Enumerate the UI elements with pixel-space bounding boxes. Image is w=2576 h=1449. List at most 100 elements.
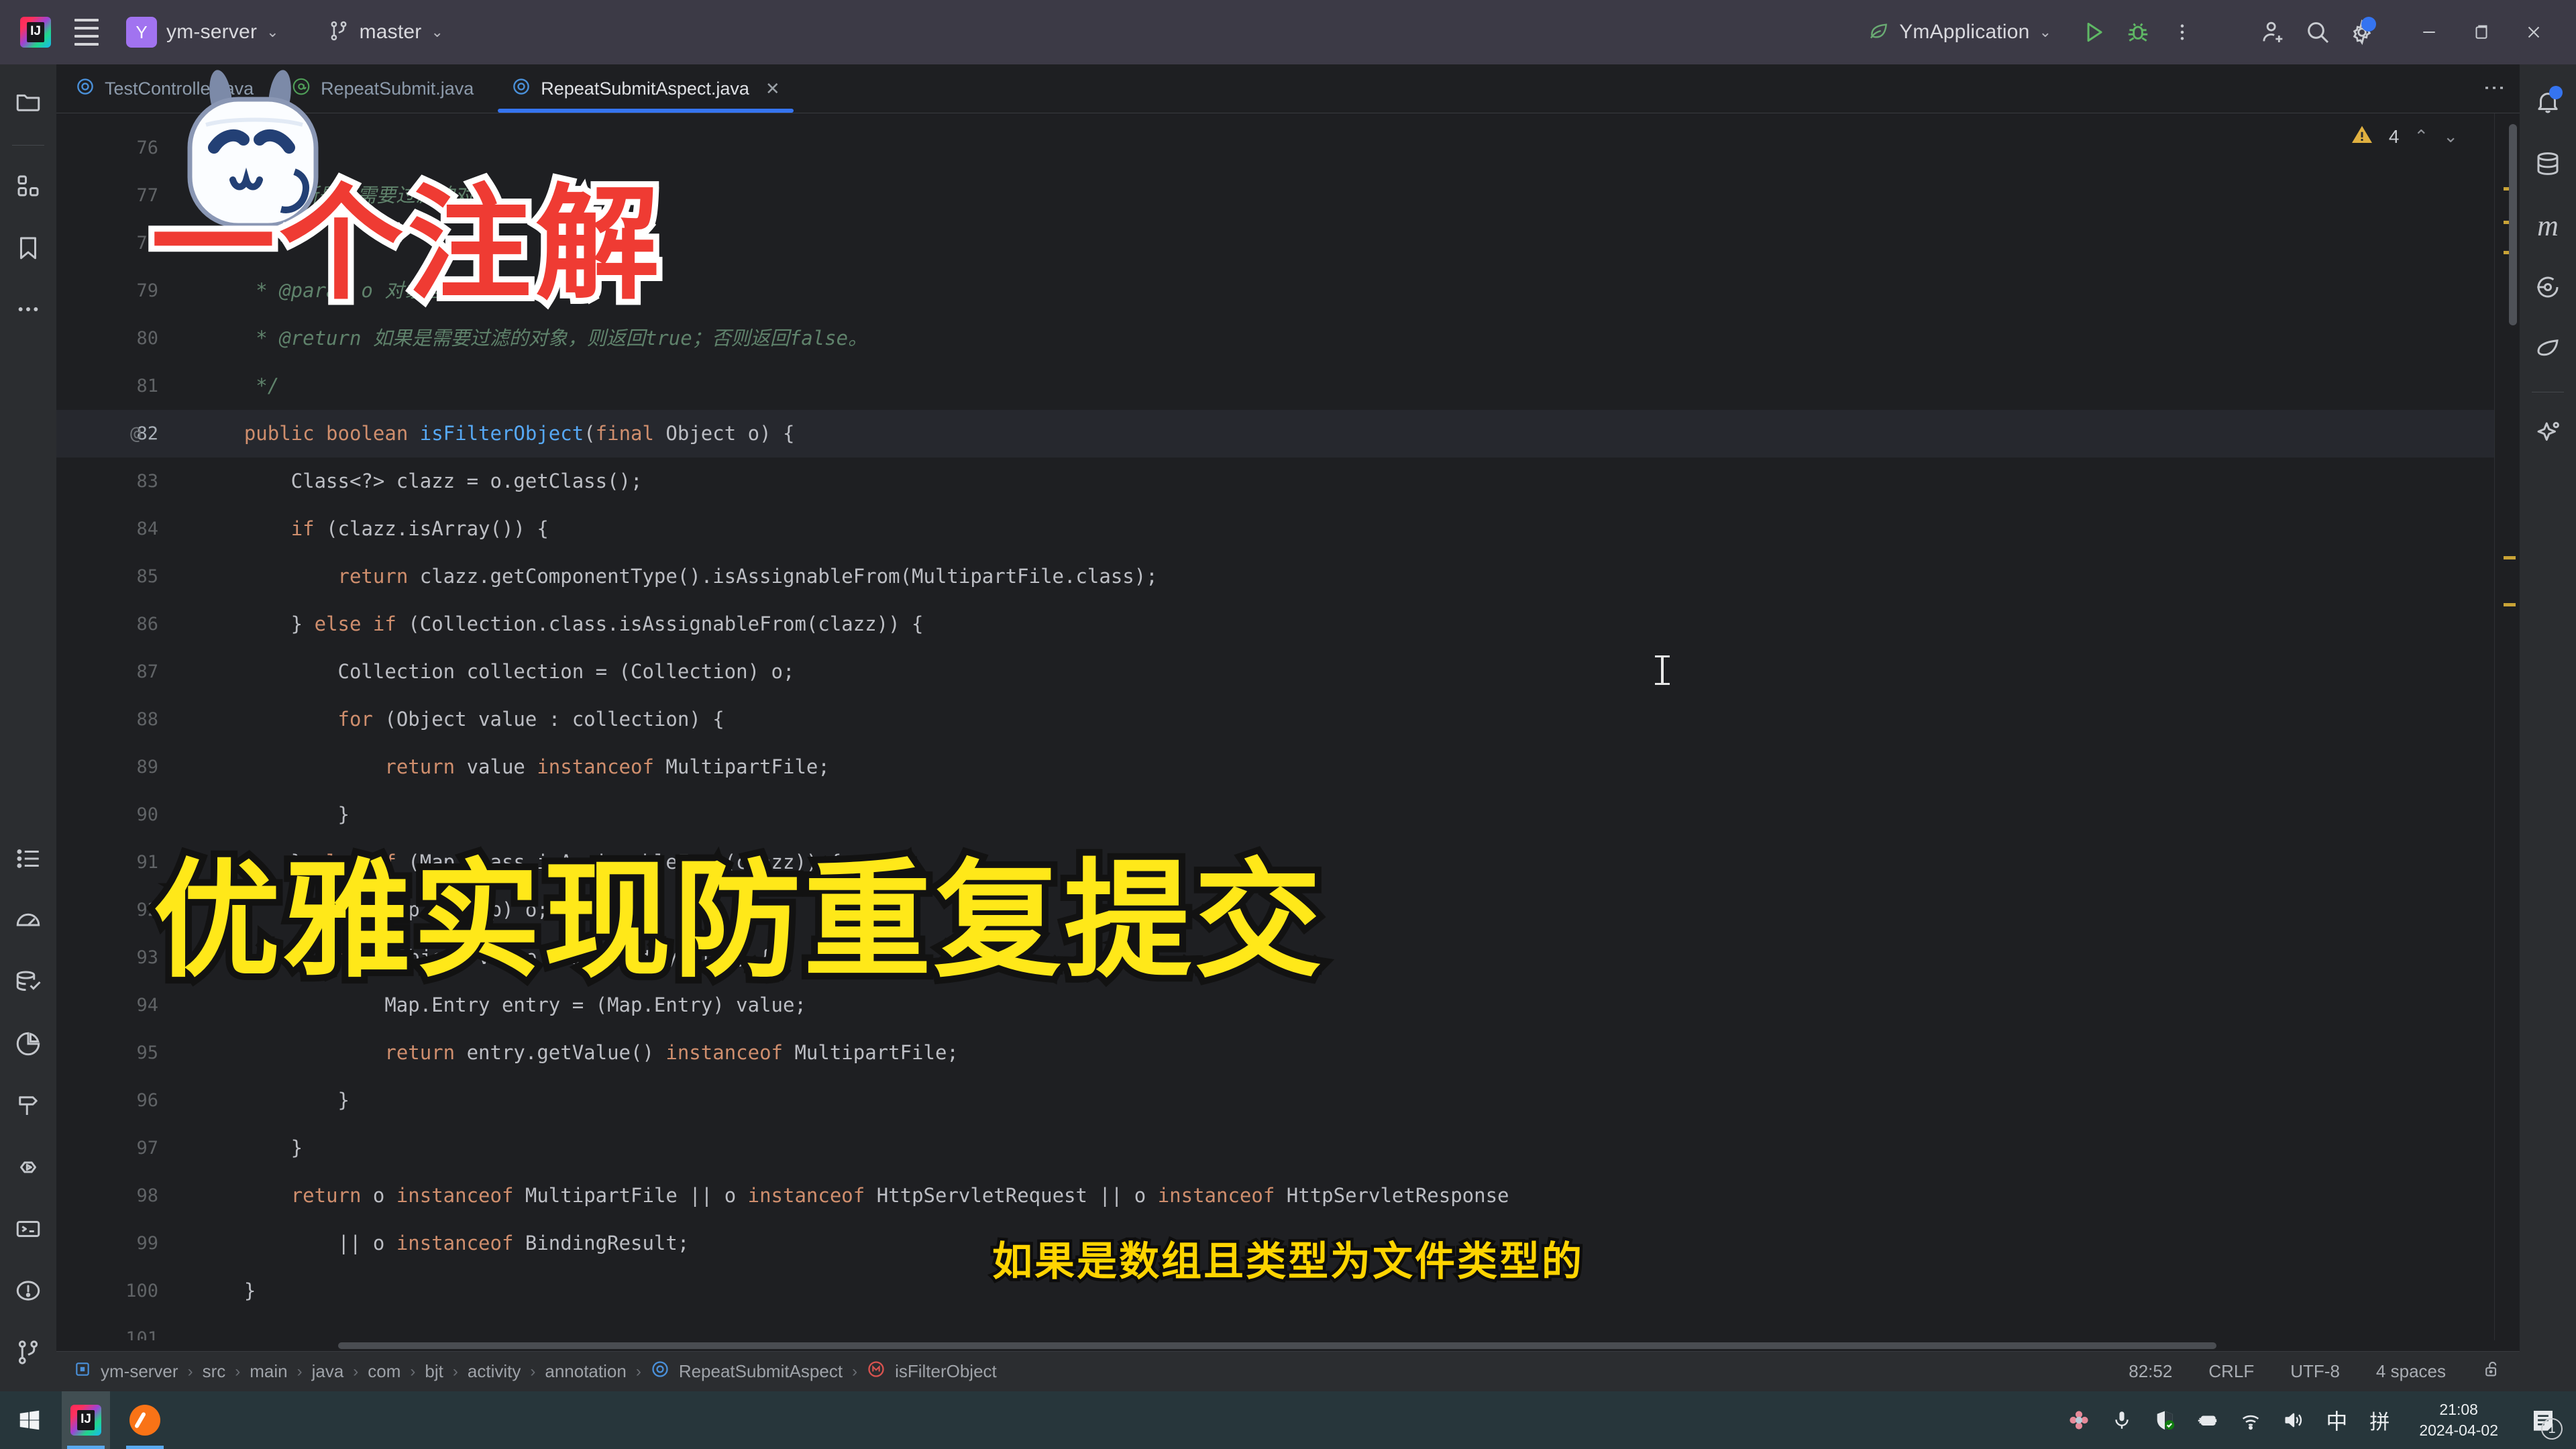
battery-icon[interactable] xyxy=(2195,1407,2220,1433)
sidebar-item-problems[interactable] xyxy=(5,1268,51,1313)
code-line[interactable]: Collection collection = (Collection) o; xyxy=(170,648,2494,696)
code-line[interactable]: } xyxy=(170,791,2494,839)
gutter-line-number[interactable]: 84 xyxy=(56,505,170,553)
gutter-line-number[interactable]: 85 xyxy=(56,553,170,600)
gutter-line-number[interactable]: 82 @ xyxy=(56,410,170,458)
indent-setting[interactable]: 4 spaces xyxy=(2376,1361,2446,1382)
code-line[interactable]: * @param o 对象信息。 xyxy=(170,267,2494,315)
code-line[interactable]: return entry.getValue() instanceof Multi… xyxy=(170,1029,2494,1077)
code-line[interactable]: if (clazz.isArray()) { xyxy=(170,505,2494,553)
code-line[interactable]: public boolean isFilterObject(final Obje… xyxy=(170,410,2494,458)
sidebar-item-mybatis[interactable] xyxy=(2525,326,2571,372)
horizontal-scrollbar[interactable] xyxy=(56,1340,2520,1351)
microphone-icon[interactable] xyxy=(2109,1407,2135,1433)
breadcrumb-item-annotation[interactable]: annotation xyxy=(545,1361,626,1382)
windows-start-icon[interactable] xyxy=(8,1391,51,1449)
sidebar-item-database[interactable] xyxy=(2525,141,2571,186)
gutter-line-number[interactable]: 94 xyxy=(56,981,170,1029)
code-line[interactable]: } xyxy=(170,1267,2494,1315)
gutter-line-number[interactable]: 77 xyxy=(56,172,170,219)
code-line[interactable]: } else if (Collection.class.isAssignable… xyxy=(170,600,2494,648)
notification-icon[interactable]: 1 xyxy=(2525,1402,2563,1440)
project-selector[interactable]: Y ym-server ⌄ xyxy=(122,13,288,52)
flower-icon[interactable] xyxy=(2066,1407,2092,1433)
sidebar-item-run[interactable] xyxy=(5,1144,51,1190)
gutter-line-number[interactable]: 76 xyxy=(56,124,170,172)
unlocked-icon[interactable] xyxy=(2482,1359,2502,1384)
editor-gutter[interactable]: 76 77 78 79 80 81 82 @83 84 85 86 87 88 89 90 91 92 93 94 9… xyxy=(56,113,170,1349)
editor-tab-repeatsubmitaspect[interactable]: RepeatSubmitAspect.java ✕ xyxy=(492,64,798,113)
warning-marker[interactable] xyxy=(2504,603,2516,606)
code-line[interactable]: || o instanceof BindingResult; xyxy=(170,1220,2494,1267)
sidebar-item-structure[interactable] xyxy=(5,163,51,209)
breadcrumb-item-bjt[interactable]: bjt xyxy=(425,1361,443,1382)
search-icon[interactable] xyxy=(2296,10,2340,54)
scrollbar-thumb[interactable] xyxy=(338,1342,2216,1349)
sidebar-item-version-control[interactable] xyxy=(5,1330,51,1375)
editor-tab-repeatsubmit[interactable]: RepeatSubmit.java xyxy=(272,64,492,113)
code-line[interactable]: * @return 如果是需要过滤的对象，则返回true；否则返回false。 xyxy=(170,315,2494,362)
gutter-line-number[interactable]: 100 xyxy=(56,1267,170,1315)
sidebar-item-build[interactable] xyxy=(5,1083,51,1128)
taskbar-app-browser[interactable] xyxy=(121,1391,169,1449)
code-line[interactable]: Map map = (Map) o; xyxy=(170,886,2494,934)
branch-selector[interactable]: master ⌄ xyxy=(319,15,451,50)
ime-chinese-icon[interactable]: 中 xyxy=(2324,1407,2349,1434)
code-line[interactable]: return clazz.getComponentType().isAssign… xyxy=(170,553,2494,600)
sidebar-item-terminal[interactable] xyxy=(5,1206,51,1252)
gutter-line-number[interactable]: 92 xyxy=(56,886,170,934)
hamburger-menu-icon[interactable] xyxy=(68,14,105,50)
breadcrumb-item-repeatsubmitaspect[interactable]: RepeatSubmitAspect xyxy=(651,1360,843,1383)
gutter-line-number[interactable]: 98 xyxy=(56,1172,170,1220)
breadcrumb-item-ym-server[interactable]: ym-server xyxy=(74,1360,178,1383)
line-separator[interactable]: CRLF xyxy=(2208,1361,2254,1382)
editor-tab-testcontroller[interactable]: TestController.java xyxy=(56,64,272,113)
code-line[interactable]: } xyxy=(170,1077,2494,1124)
code-line[interactable]: for (Object value : map.entrySet()) { xyxy=(170,934,2494,981)
code-line[interactable]: return o instanceof MultipartFile || o i… xyxy=(170,1172,2494,1220)
gutter-line-number[interactable]: 88 xyxy=(56,696,170,743)
editor-code[interactable]: /** * 判断是否需要过滤的对象。 * * @param o 对象信息。 * … xyxy=(170,113,2494,1340)
editor-tabs-overflow-icon[interactable]: ⋮ xyxy=(2483,77,2507,100)
window-restore-icon[interactable] xyxy=(2455,0,2508,64)
add-user-icon[interactable] xyxy=(2251,10,2296,54)
close-icon[interactable]: ✕ xyxy=(765,78,780,99)
gutter-line-number[interactable]: 93 xyxy=(56,934,170,981)
run-button[interactable] xyxy=(2072,10,2116,54)
gear-icon[interactable] xyxy=(2340,10,2384,54)
breadcrumb-item-java[interactable]: java xyxy=(312,1361,344,1382)
debug-button[interactable] xyxy=(2116,10,2160,54)
breadcrumb-item-isfilterobject[interactable]: isFilterObject xyxy=(867,1360,997,1383)
code-line[interactable]: /** xyxy=(170,124,2494,172)
window-close-icon[interactable] xyxy=(2508,0,2560,64)
run-configuration-selector[interactable]: YmApplication ⌄ xyxy=(1860,16,2059,49)
taskbar-app-intellij[interactable] xyxy=(62,1391,110,1449)
gutter-line-number[interactable]: 78 xyxy=(56,219,170,267)
breadcrumb-item-com[interactable]: com xyxy=(368,1361,400,1382)
taskbar-clock[interactable]: 21:08 2024-04-02 xyxy=(2419,1399,2498,1441)
breadcrumb-item-src[interactable]: src xyxy=(203,1361,226,1382)
code-line[interactable]: for (Object value : collection) { xyxy=(170,696,2494,743)
sidebar-item-bookmarks[interactable] xyxy=(5,225,51,270)
gutter-line-number[interactable]: 79 xyxy=(56,267,170,315)
chevron-down-icon[interactable]: ⌄ xyxy=(2443,126,2458,147)
gutter-line-number[interactable]: 80 xyxy=(56,315,170,362)
gutter-line-number[interactable]: 97 xyxy=(56,1124,170,1172)
gutter-line-number[interactable]: 86 xyxy=(56,600,170,648)
editor-marker-bar[interactable] xyxy=(2494,113,2520,1340)
sidebar-item-todo[interactable] xyxy=(5,836,51,881)
code-line[interactable]: */ xyxy=(170,362,2494,410)
more-actions-icon[interactable] xyxy=(2160,10,2204,54)
gutter-line-number[interactable]: 91 xyxy=(56,839,170,886)
ime-pinyin-icon[interactable]: 拼 xyxy=(2367,1407,2392,1434)
window-minimize-icon[interactable] xyxy=(2403,0,2455,64)
sidebar-item-statistics[interactable] xyxy=(5,1021,51,1067)
gutter-line-number[interactable]: 83 xyxy=(56,458,170,505)
code-line[interactable]: Class<?> clazz = o.getClass(); xyxy=(170,458,2494,505)
code-line[interactable] xyxy=(170,1315,2494,1340)
code-line[interactable]: } xyxy=(170,1124,2494,1172)
gutter-line-number[interactable]: 90 xyxy=(56,791,170,839)
sidebar-item-ai-assistant[interactable] xyxy=(2525,410,2571,455)
scrollbar-thumb[interactable] xyxy=(2509,124,2517,325)
code-line[interactable]: Map.Entry entry = (Map.Entry) value; xyxy=(170,981,2494,1029)
